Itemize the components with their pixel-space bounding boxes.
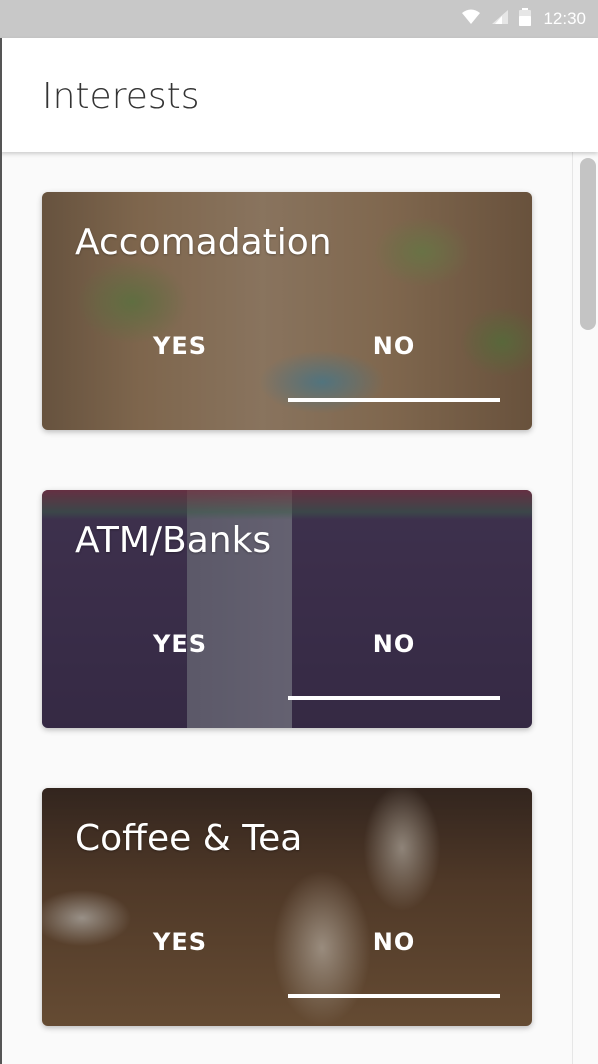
scrollbar-thumb[interactable]	[580, 158, 596, 330]
card-title: ATM/Banks	[75, 520, 272, 561]
card-title: Accomadation	[75, 222, 332, 263]
yes-tab[interactable]: YES	[74, 630, 286, 658]
page-title: Interests	[42, 76, 200, 117]
status-bar: 12:30	[0, 0, 598, 38]
interest-card-atm-banks: ATM/Banks YES NO	[42, 490, 532, 728]
window-edge	[0, 38, 2, 1064]
app-bar: Interests	[0, 38, 598, 152]
selected-indicator	[288, 994, 500, 998]
no-tab[interactable]: NO	[288, 928, 500, 956]
yes-tab[interactable]: YES	[74, 332, 286, 360]
interest-card-coffee-tea: Coffee & Tea YES NO	[42, 788, 532, 1026]
yes-tab[interactable]: YES	[74, 928, 286, 956]
wifi-icon	[461, 9, 481, 29]
selected-indicator	[288, 696, 500, 700]
selected-indicator	[288, 398, 500, 402]
battery-icon	[519, 8, 532, 30]
no-tab[interactable]: NO	[288, 332, 500, 360]
status-time: 12:30	[543, 9, 586, 28]
no-tab[interactable]: NO	[288, 630, 500, 658]
signal-icon	[491, 9, 509, 29]
card-title: Coffee & Tea	[75, 818, 303, 859]
interest-card-accomadation: Accomadation YES NO	[42, 192, 532, 430]
